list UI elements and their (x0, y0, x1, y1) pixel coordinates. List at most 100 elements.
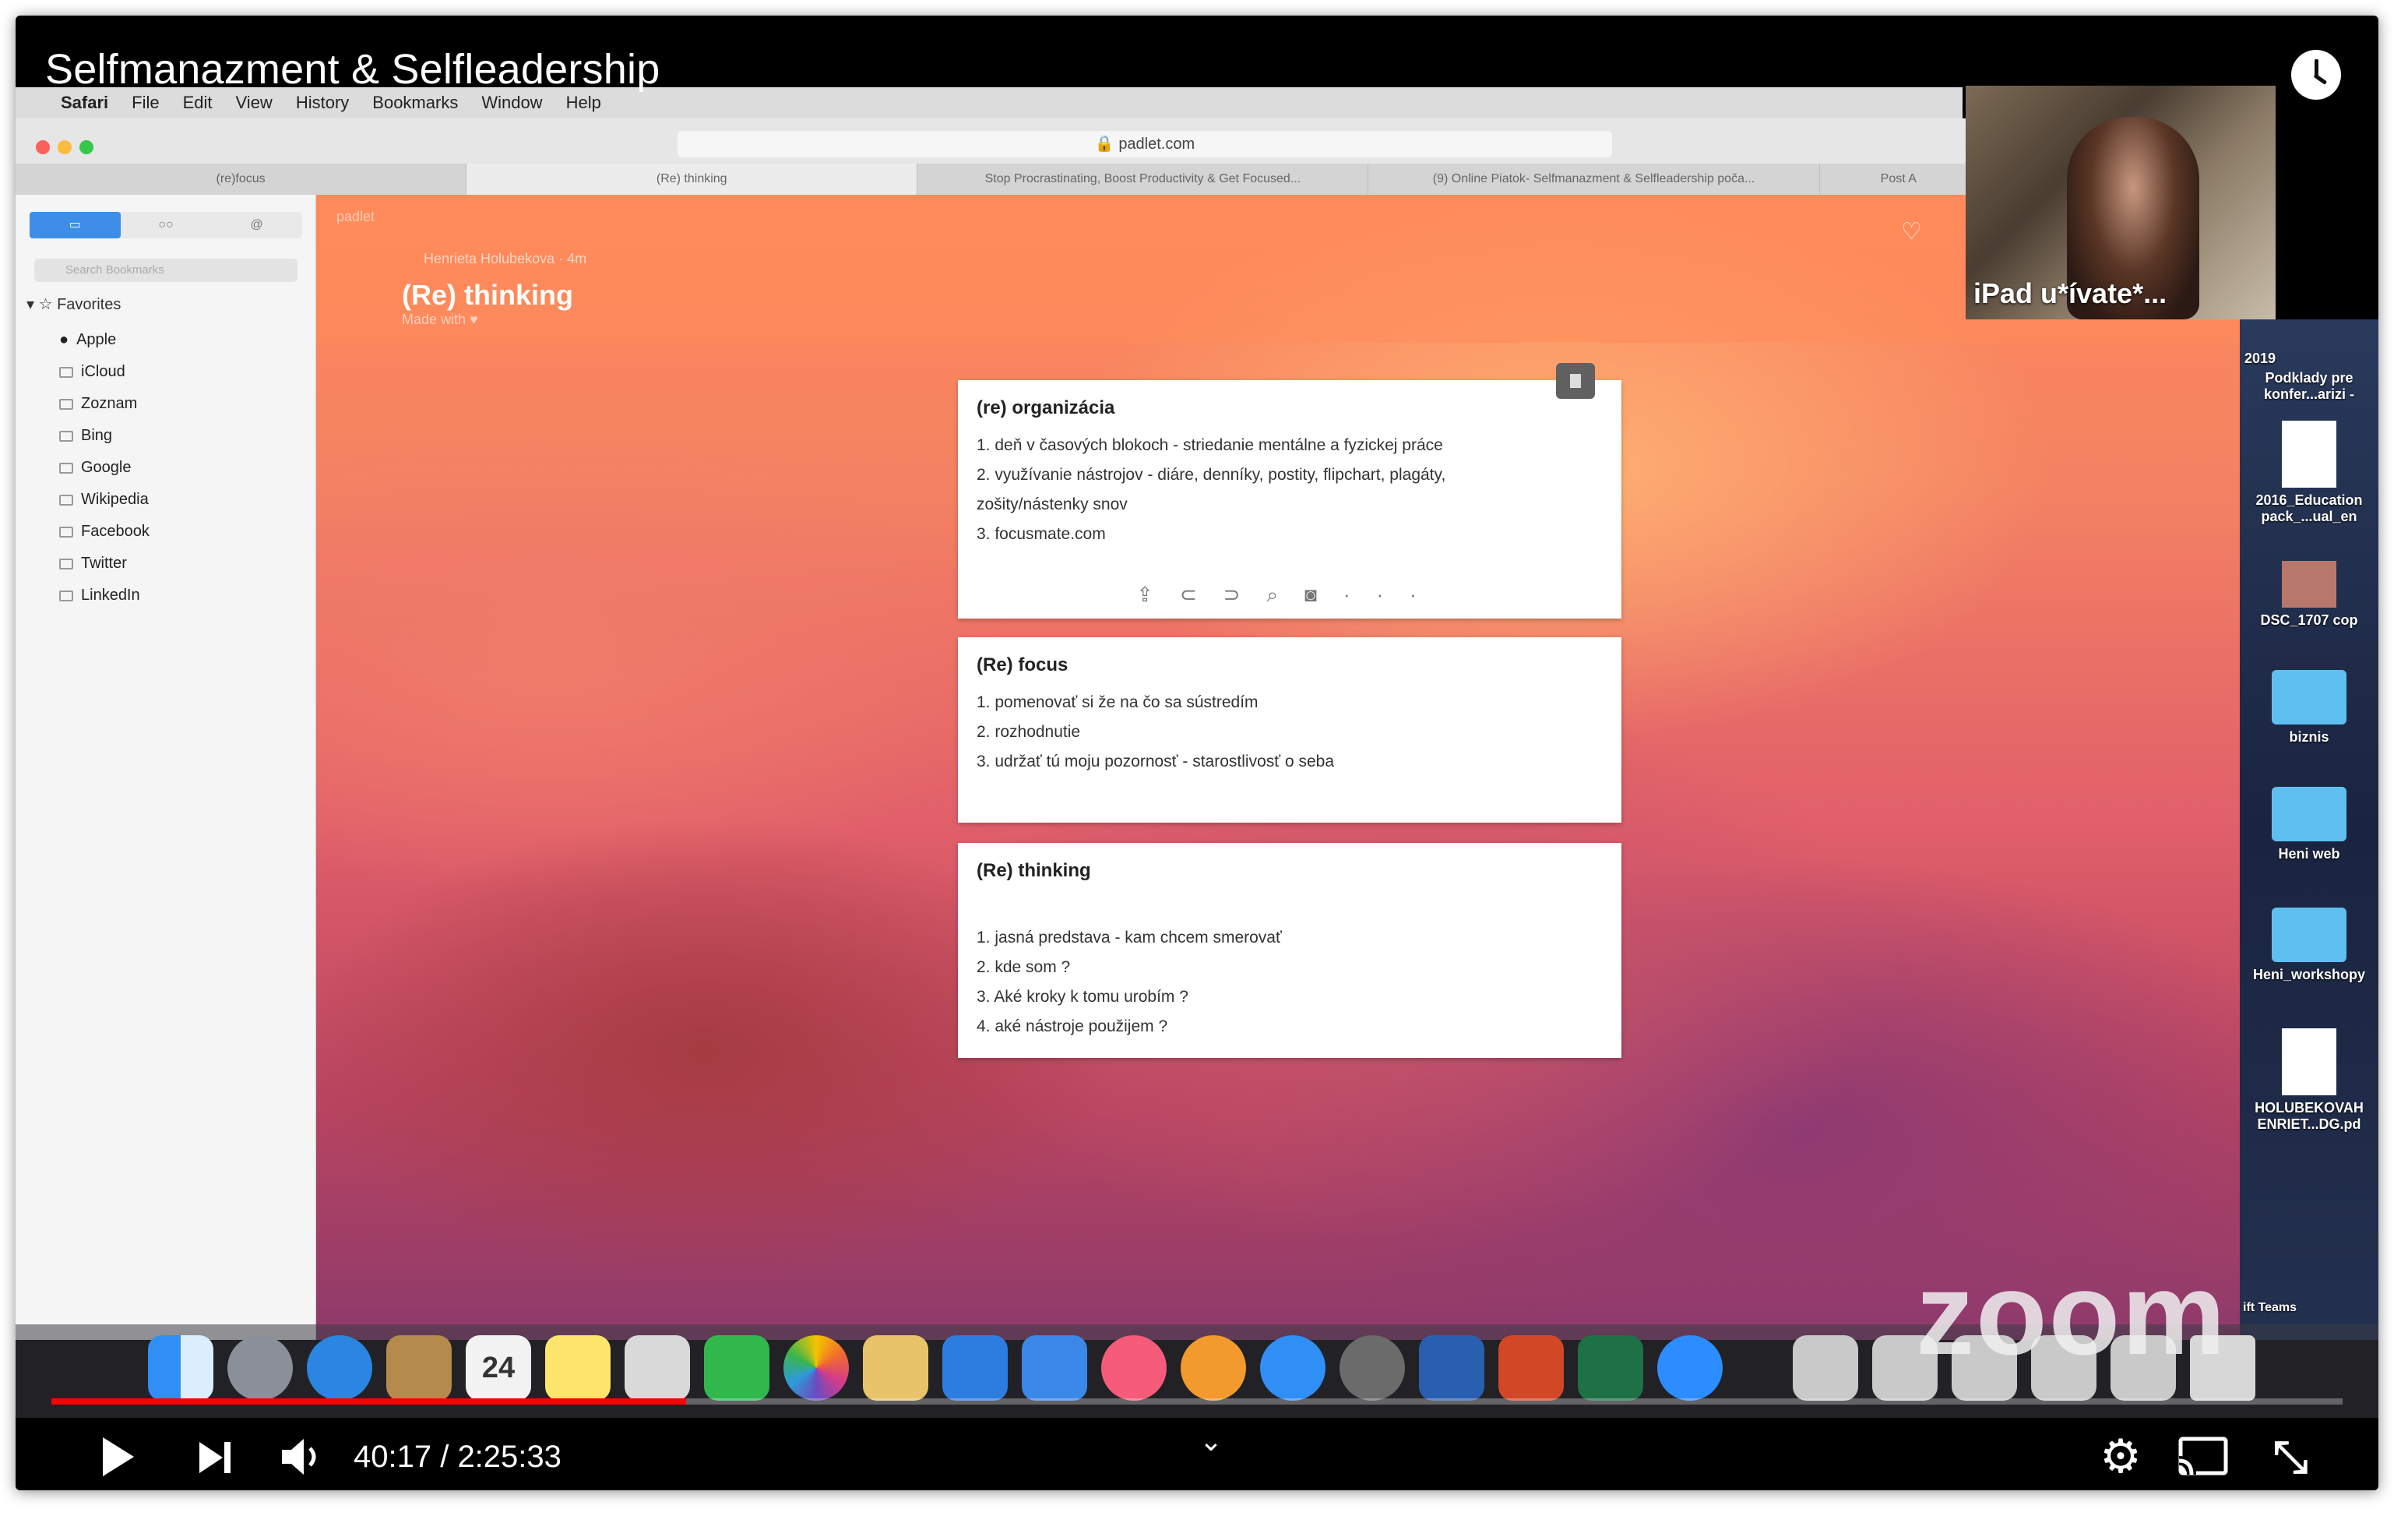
desktop-folder-label: Heni web (2278, 846, 2340, 862)
image-icon (2282, 561, 2336, 608)
next-button[interactable] (193, 1430, 237, 1484)
bookmark-item: Facebook (59, 516, 150, 548)
url-text: padlet.com (1118, 136, 1195, 153)
padlet-card-rethinking: (Re) thinking 1. jasná predstava - kam c… (958, 843, 1621, 1058)
menu-item-window: Window (481, 93, 543, 112)
book-icon (59, 398, 73, 410)
time-display: 40:17 / 2:25:33 (354, 1440, 562, 1474)
desktop-file-label: HOLUBEKOVAH ENRIET...DG.pd (2255, 1100, 2364, 1132)
apple-icon: ● (59, 331, 69, 348)
card-line: 3. udržať tú moju pozornosť - starostliv… (977, 753, 1335, 770)
books-icon (1181, 1335, 1246, 1401)
padlet-card-refocus: (Re) focus 1. pomenovať si že na čo sa s… (958, 637, 1621, 823)
author-name: Henrieta Holubekova (424, 251, 555, 266)
volume-button[interactable] (274, 1430, 329, 1484)
card-line: 4. aké nástroje použijem ? (977, 1017, 1168, 1035)
card-line: 3. focusmate.com (977, 525, 1106, 543)
folder-icon (2272, 670, 2346, 724)
desktop-folder: Heni_workshopy (2251, 908, 2368, 983)
desktop-file: DSC_1707 cop (2251, 561, 2368, 629)
padlet-title: (Re) thinking (402, 279, 573, 311)
desktop-file: Podklady pre konfer...arizi - (2251, 370, 2368, 403)
book-icon (59, 494, 73, 506)
app-store-icon (1260, 1335, 1325, 1401)
bookmark-item: iCloud (59, 356, 150, 388)
bookmark-label: iCloud (81, 363, 125, 380)
play-button[interactable] (93, 1430, 140, 1484)
favorites-list: ● Apple iCloud Zoznam Bing Google Wikiped… (59, 324, 150, 612)
more-icon: ··· (1343, 583, 1443, 606)
desktop-file: HOLUBEKOVAH ENRIET...DG.pd (2251, 1028, 2368, 1133)
keynote-icon (1022, 1335, 1087, 1401)
chevron-down-icon[interactable]: ⌄ (1195, 1426, 1227, 1480)
card-title: (re) organizácia (977, 397, 1115, 418)
minimized-window-icon (1793, 1335, 1858, 1401)
desktop-folder-label: Heni_workshopy (2252, 967, 2366, 982)
menu-item-bookmarks: Bookmarks (372, 93, 459, 112)
desktop-folder: biznis (2251, 670, 2368, 746)
video-player[interactable]: Safari File Edit View History Bookmarks … (16, 16, 2378, 1490)
trash-icon (1556, 363, 1595, 399)
facetime-icon (704, 1335, 769, 1401)
post-age: 4m (567, 251, 587, 266)
volume-icon (282, 1439, 316, 1475)
padlet-card-organizacia: (re) organizácia 1. deň v časových bloko… (958, 380, 1621, 619)
tab-stop-procrastinating: Stop Procrastinating, Boost Productivity… (917, 164, 1369, 195)
bookmark-label: LinkedIn (81, 587, 140, 604)
exit-fullscreen-icon[interactable]: ⤡ (2263, 1430, 2318, 1484)
notes-icon (545, 1335, 611, 1401)
settings-icon[interactable]: ⚙ (2093, 1430, 2148, 1484)
desktop-file-label: ift Teams (2243, 1301, 2297, 1314)
padlet-author: Henrieta Holubekova · 4m (424, 251, 587, 266)
card-line: 2. využívanie nástrojov - diáre, denníky… (977, 466, 1446, 484)
card-title: (Re) focus (977, 654, 1068, 675)
progress-played (51, 1398, 686, 1405)
book-icon (59, 590, 73, 601)
participant-label: iPad u*ívate*... (1973, 277, 2167, 309)
cast-icon[interactable] (2173, 1430, 2235, 1484)
card-line: 2. rozhodnutie (977, 723, 1081, 741)
bookmarks-sidebar: ▭ ○○ @ Search Bookmarks ▾ ☆ Favorites ● A… (16, 195, 316, 1340)
bookmark-label: Apple (76, 331, 117, 348)
menu-item-edit: Edit (182, 93, 213, 112)
menu-item-history: History (295, 93, 350, 112)
bookmarks-tab-icon: ▭ (30, 212, 121, 238)
bookmark-item: ● Apple (59, 324, 150, 356)
menu-item-safari: Safari (61, 93, 109, 112)
zoom-app-icon (1657, 1335, 1723, 1401)
watch-later-icon[interactable] (2291, 50, 2341, 100)
desktop-folder-label: biznis (2289, 729, 2329, 745)
bookmark-item: Google (59, 452, 150, 484)
zoom-icon: ⌕ (1266, 583, 1305, 606)
link-icon: ⊂⊃ (1179, 583, 1267, 606)
tab-rethinking: (Re) thinking (466, 164, 918, 195)
menu-item-file: File (132, 93, 160, 112)
document-icon (2282, 421, 2336, 488)
url-bar: 🔒 padlet.com (678, 131, 1612, 157)
safari-icon (307, 1335, 372, 1401)
share-icon: ⇪ (1136, 583, 1180, 606)
camera-icon: ◙ (1304, 583, 1343, 606)
heart-icon: ♡ (1901, 219, 1922, 245)
menu-item-help: Help (565, 93, 601, 112)
desktop-file: 2016_Education pack_...ual_en (2251, 421, 2368, 525)
calendar-day: 24 (481, 1352, 516, 1384)
menu-item-view: View (235, 93, 273, 112)
bookmark-label: Facebook (81, 523, 150, 540)
bookmark-item: Twitter (59, 548, 150, 580)
zoom-participant-video: iPad u*ívate*... (1966, 86, 2276, 319)
book-icon (59, 462, 73, 474)
minimize-window-icon (58, 140, 72, 154)
card-line: zošity/nástenky snov (977, 495, 1128, 513)
calendar-icon: 24 (466, 1335, 531, 1401)
progress-bar[interactable] (51, 1398, 2343, 1405)
card-line: 1. jasná predstava - kam chcem smerovať (977, 929, 1282, 947)
folder-icon (2272, 787, 2346, 841)
system-preferences-icon (1340, 1335, 1405, 1401)
finder-icon (148, 1335, 213, 1401)
zoom-window-icon (79, 140, 93, 154)
document-icon (2282, 1028, 2336, 1095)
close-window-icon (36, 140, 50, 154)
desktop-date-label: 2019 (2244, 351, 2276, 366)
zoom-watermark: zoom (1916, 1248, 2227, 1379)
